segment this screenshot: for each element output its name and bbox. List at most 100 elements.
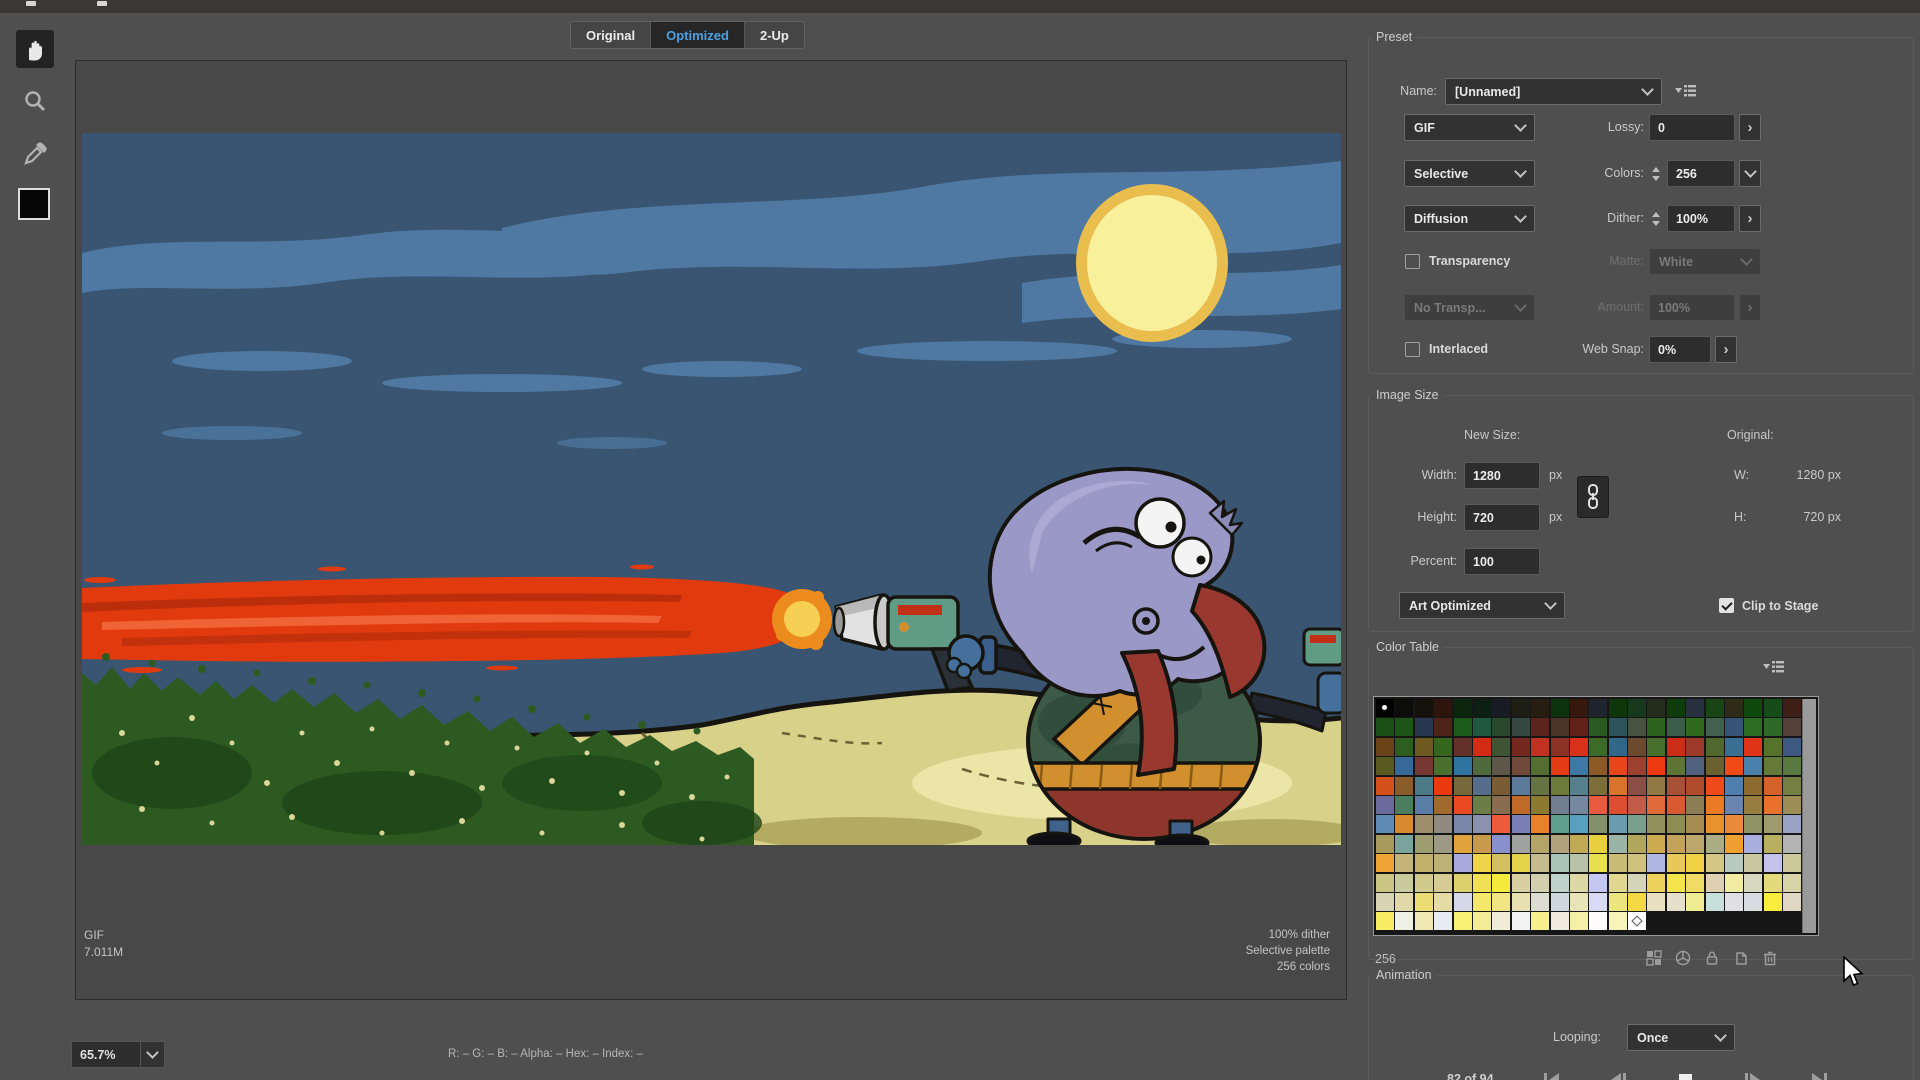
color-swatch[interactable] [1531, 874, 1549, 892]
color-swatch[interactable] [1512, 738, 1530, 756]
color-swatch[interactable] [1473, 815, 1491, 833]
color-swatch[interactable] [1551, 874, 1569, 892]
colors-stepper[interactable] [1649, 160, 1663, 187]
color-swatch[interactable] [1473, 835, 1491, 853]
color-swatch[interactable] [1725, 796, 1743, 814]
color-swatch[interactable] [1551, 718, 1569, 736]
color-swatch[interactable] [1551, 757, 1569, 775]
color-swatch[interactable] [1589, 874, 1607, 892]
color-swatch[interactable] [1512, 835, 1530, 853]
color-swatch[interactable] [1686, 699, 1704, 717]
color-swatch[interactable] [1628, 699, 1646, 717]
zoom-level-select[interactable]: 65.7% [71, 1041, 165, 1068]
first-frame-button[interactable] [1531, 1070, 1571, 1080]
color-swatch[interactable] [1725, 699, 1743, 717]
color-swatch[interactable] [1764, 815, 1782, 833]
color-swatch[interactable] [1376, 912, 1394, 930]
color-swatch[interactable] [1589, 796, 1607, 814]
color-swatch[interactable] [1783, 854, 1801, 872]
color-swatch[interactable] [1376, 738, 1394, 756]
color-swatch[interactable] [1628, 757, 1646, 775]
color-swatch[interactable] [1434, 757, 1452, 775]
color-swatch[interactable] [1415, 777, 1433, 795]
color-swatch[interactable] [1473, 777, 1491, 795]
color-swatch[interactable] [1667, 893, 1685, 911]
color-swatch[interactable] [1395, 874, 1413, 892]
color-swatch[interactable] [1395, 815, 1413, 833]
lock-color-icon[interactable] [1704, 950, 1720, 966]
color-swatch[interactable] [1686, 835, 1704, 853]
color-swatch[interactable] [1706, 699, 1724, 717]
color-swatch[interactable] [1376, 757, 1394, 775]
color-swatch[interactable] [1434, 699, 1452, 717]
looping-select[interactable]: Once [1627, 1024, 1735, 1051]
color-swatch[interactable] [1376, 777, 1394, 795]
color-swatch[interactable] [1376, 874, 1394, 892]
color-table-menu-button[interactable] [1763, 660, 1785, 679]
color-swatch[interactable] [1376, 815, 1394, 833]
color-swatch[interactable] [1454, 893, 1472, 911]
lossy-slider-button[interactable]: › [1739, 114, 1761, 141]
color-swatch[interactable] [1706, 815, 1724, 833]
color-swatch[interactable] [1609, 796, 1627, 814]
color-swatch[interactable] [1531, 893, 1549, 911]
color-swatch[interactable] [1667, 718, 1685, 736]
color-swatch[interactable] [1686, 777, 1704, 795]
color-swatch[interactable] [1706, 874, 1724, 892]
color-swatch[interactable] [1706, 854, 1724, 872]
zoom-tool-button[interactable] [20, 86, 50, 116]
color-swatch[interactable] [1609, 815, 1627, 833]
color-swatch[interactable] [1609, 699, 1627, 717]
dither-slider-button[interactable]: › [1739, 205, 1761, 232]
color-swatch[interactable] [1628, 893, 1646, 911]
color-swatch[interactable] [1609, 718, 1627, 736]
new-color-icon[interactable] [1733, 950, 1749, 966]
width-field[interactable]: 1280 [1464, 462, 1540, 489]
color-swatch[interactable] [1551, 699, 1569, 717]
preset-name-select[interactable]: [Unnamed] [1445, 78, 1662, 105]
color-swatch[interactable] [1628, 815, 1646, 833]
color-swatch[interactable] [1744, 757, 1762, 775]
color-swatch[interactable] [1667, 874, 1685, 892]
interlaced-checkbox[interactable] [1405, 342, 1420, 357]
color-swatch[interactable] [1744, 796, 1762, 814]
color-swatch[interactable] [1512, 757, 1530, 775]
color-swatch[interactable] [1473, 893, 1491, 911]
color-swatch[interactable] [1512, 854, 1530, 872]
color-swatch[interactable] [1725, 893, 1743, 911]
color-swatch[interactable] [1570, 699, 1588, 717]
foreground-color-swatch[interactable] [18, 188, 50, 220]
color-swatch[interactable] [1744, 738, 1762, 756]
color-swatch[interactable] [1628, 854, 1646, 872]
color-swatch[interactable] [1492, 718, 1510, 736]
color-swatch[interactable] [1725, 835, 1743, 853]
color-swatch[interactable] [1454, 777, 1472, 795]
color-swatch[interactable] [1551, 893, 1569, 911]
color-swatch[interactable] [1570, 738, 1588, 756]
color-swatch[interactable] [1473, 912, 1491, 930]
color-swatch[interactable] [1434, 815, 1452, 833]
tab-2up[interactable]: 2-Up [745, 22, 804, 48]
color-swatch[interactable] [1609, 835, 1627, 853]
color-swatch[interactable] [1492, 757, 1510, 775]
color-swatch[interactable] [1706, 777, 1724, 795]
color-swatch[interactable] [1551, 854, 1569, 872]
color-swatch[interactable] [1628, 796, 1646, 814]
color-swatch[interactable] [1744, 699, 1762, 717]
color-swatch[interactable] [1725, 777, 1743, 795]
color-swatch[interactable] [1512, 874, 1530, 892]
color-swatch[interactable] [1783, 738, 1801, 756]
color-swatch[interactable] [1686, 815, 1704, 833]
color-swatch[interactable] [1512, 718, 1530, 736]
color-swatch[interactable] [1454, 757, 1472, 775]
color-swatch[interactable] [1609, 854, 1627, 872]
color-swatch[interactable] [1395, 718, 1413, 736]
color-swatch[interactable] [1686, 874, 1704, 892]
color-swatch[interactable] [1725, 757, 1743, 775]
transparency-checkbox[interactable] [1405, 254, 1420, 269]
color-swatch[interactable] [1570, 718, 1588, 736]
color-swatch[interactable] [1512, 777, 1530, 795]
color-swatch[interactable] [1589, 777, 1607, 795]
color-swatch[interactable] [1783, 718, 1801, 736]
color-swatch[interactable] [1609, 874, 1627, 892]
